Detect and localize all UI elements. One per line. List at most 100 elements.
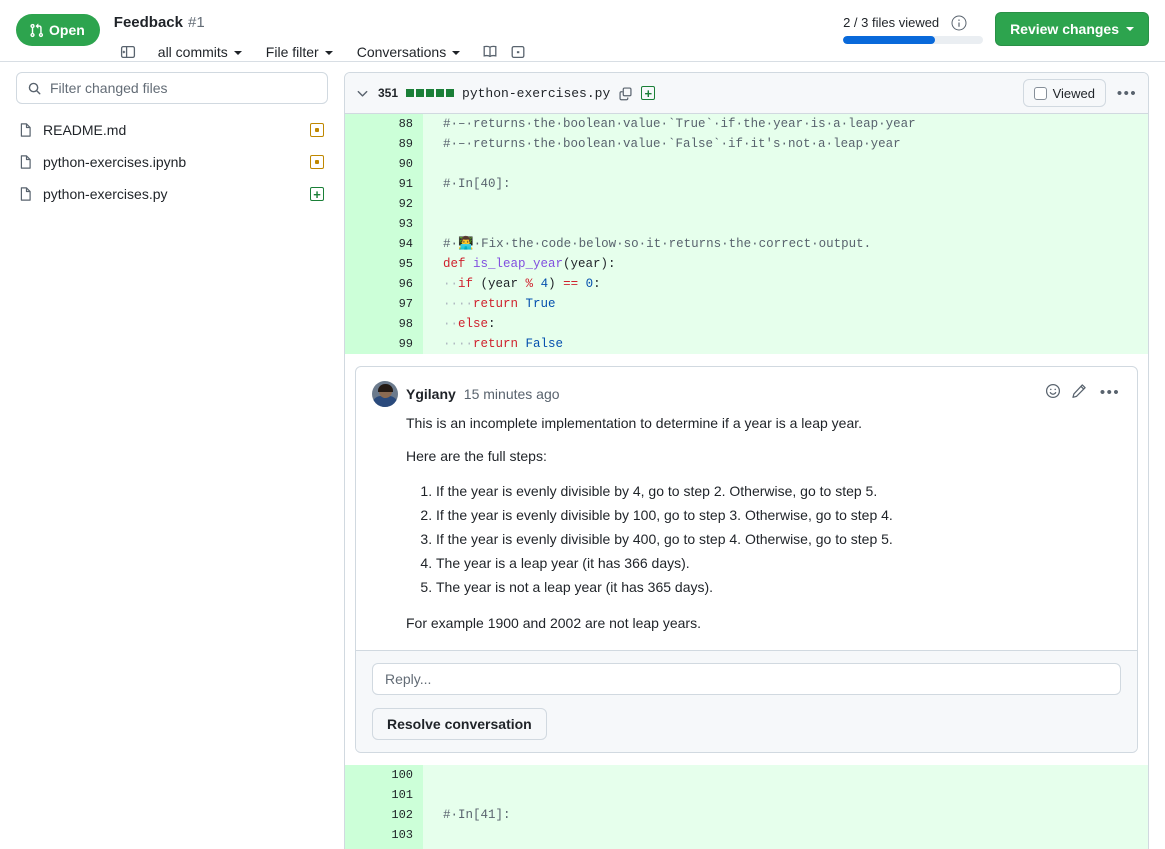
file-options-kebab-icon[interactable]: ••• — [1114, 80, 1140, 106]
diff-line-code — [423, 825, 1148, 845]
conversations-filter-dropdown[interactable]: Conversations — [349, 41, 469, 63]
avatar[interactable] — [372, 381, 398, 407]
diff-line-code — [423, 154, 1148, 174]
unified-view-icon[interactable] — [504, 39, 532, 65]
diff-line[interactable]: 92 — [345, 194, 1148, 214]
files-viewed-label: 2 / 3 files viewed — [843, 15, 940, 30]
diff-line[interactable]: 96 ··if (year % 4) == 0: — [345, 274, 1148, 294]
diff-line[interactable]: 90 — [345, 154, 1148, 174]
file-icon — [18, 186, 34, 202]
list-item[interactable]: python-exercises.py + — [16, 178, 328, 210]
pull-request-files-page: Open Feedback #1 all commits File filter… — [0, 0, 1165, 849]
diff-line[interactable]: 99 ····return False — [345, 334, 1148, 354]
diff-line-number: 97 — [345, 294, 423, 314]
file-icon — [18, 122, 34, 138]
diff-line[interactable]: 101 — [345, 785, 1148, 805]
review-changes-button[interactable]: Review changes — [995, 12, 1149, 46]
diff-line-number: 104 — [345, 845, 423, 849]
copy-icon[interactable] — [618, 86, 633, 101]
diff-line-code — [423, 785, 1148, 805]
additions-count: 351 — [378, 86, 399, 100]
diff-line-number: 96 — [345, 274, 423, 294]
pr-state-label: Open — [49, 22, 85, 38]
code-token: #·In[40]: — [443, 177, 511, 191]
comment-step-item: If the year is evenly divisible by 400, … — [436, 527, 1121, 551]
filter-changed-files-field[interactable] — [16, 72, 328, 104]
viewed-checkbox[interactable] — [1033, 86, 1047, 100]
diff-line[interactable]: 88 #·–·returns·the·boolean·value·`True`·i… — [345, 114, 1148, 134]
code-token: #·In[41]: — [443, 808, 511, 822]
comment-kebab-menu-icon[interactable]: ••• — [1097, 379, 1123, 405]
diff-line[interactable]: 103 — [345, 825, 1148, 845]
list-item[interactable]: python-exercises.ipynb — [16, 146, 328, 178]
file-icon — [18, 154, 34, 170]
sidebar-expand-icon[interactable] — [114, 39, 142, 65]
diff-line-code — [423, 845, 1148, 849]
reply-input[interactable] — [372, 663, 1121, 695]
diff-line[interactable]: 97 ····return True — [345, 294, 1148, 314]
code-token: is_leap_year — [473, 257, 564, 271]
chevron-down-icon[interactable] — [355, 86, 370, 101]
diff-line-number: 94 — [345, 234, 423, 254]
diff-line-number: 99 — [345, 334, 423, 354]
diff-line-number: 100 — [345, 765, 423, 785]
diff-line-code: ····return False — [423, 334, 1148, 354]
diff-line[interactable]: 100 — [345, 765, 1148, 785]
code-token: == — [563, 277, 579, 291]
page-title: Feedback #1 — [114, 14, 532, 32]
pencil-edit-icon[interactable] — [1071, 383, 1087, 402]
pr-number: #1 — [187, 14, 205, 31]
pr-title-text: Feedback — [113, 14, 183, 31]
book-icon[interactable] — [476, 39, 504, 65]
resolve-conversation-button[interactable]: Resolve conversation — [372, 708, 547, 740]
diff-line[interactable]: 91 #·In[40]: — [345, 174, 1148, 194]
code-token: ···· — [443, 297, 474, 311]
smiley-reaction-icon[interactable] — [1045, 383, 1061, 402]
diff-line[interactable]: 98 ··else: — [345, 314, 1148, 334]
diff-line-code: #·👨‍💻·Fix·the·code·below·so·it·returns·t… — [423, 234, 1148, 254]
diff-line-code: #·–·returns·the·boolean·value·`False`·if… — [423, 134, 1148, 154]
code-token: % — [525, 277, 534, 291]
added-square-icon: + — [310, 187, 324, 201]
file-diff-filename: python-exercises.py — [462, 85, 611, 101]
viewed-checkbox-button[interactable]: Viewed — [1022, 79, 1106, 107]
diff-line[interactable]: 104 — [345, 845, 1148, 849]
comment-paragraph-2: Here are the full steps: — [406, 448, 547, 464]
commits-filter-dropdown[interactable]: all commits — [150, 41, 250, 63]
code-token: #·👨‍💻·Fix·the·code·below·so·it·returns·t… — [443, 237, 872, 251]
diff-line-number: 89 — [345, 134, 423, 154]
code-token: True — [525, 297, 556, 311]
search-input[interactable] — [50, 80, 317, 96]
diffstat-blocks — [406, 89, 455, 97]
code-token: # — [443, 117, 451, 131]
diff-line-number: 101 — [345, 785, 423, 805]
diff-hunk-top: 88 #·–·returns·the·boolean·value·`True`·i… — [345, 114, 1148, 354]
code-token: : — [488, 317, 496, 331]
comment-body: This is an incomplete implementation to … — [356, 407, 1137, 650]
comment-author[interactable]: Ygilany — [406, 386, 456, 402]
diffstat-block — [426, 89, 435, 97]
pr-state-badge[interactable]: Open — [16, 14, 100, 46]
diff-line[interactable]: 94 #·👨‍💻·Fix·the·code·below·so·it·returns… — [345, 234, 1148, 254]
file-name: python-exercises.ipynb — [43, 154, 187, 170]
comment-timestamp: 15 minutes ago — [463, 386, 560, 402]
chevron-down-icon — [324, 51, 333, 55]
diff-line[interactable]: 95 def is_leap_year(year): — [345, 254, 1148, 274]
diff-line[interactable]: 93 — [345, 214, 1148, 234]
diff-line[interactable]: 102 #·In[41]: — [345, 805, 1148, 825]
code-token: ·–·returns·the·boolean·value·`True`·if·t… — [450, 117, 916, 131]
review-comment-thread: Ygilany 15 minutes ago ••• This is an in… — [355, 366, 1138, 753]
diff-line-number: 88 — [345, 114, 423, 134]
changed-files-list: README.md python-exercises.ipynb python-ex… — [16, 114, 328, 210]
list-item[interactable]: README.md — [16, 114, 328, 146]
diff-line[interactable]: 89 #·–·returns·the·boolean·value·`False`·… — [345, 134, 1148, 154]
diff-line-code: def is_leap_year(year): — [423, 254, 1148, 274]
info-icon[interactable] — [951, 15, 967, 31]
comment-header: Ygilany 15 minutes ago ••• — [356, 367, 1137, 407]
file-filter-dropdown[interactable]: File filter — [258, 41, 341, 63]
diffstat-block — [446, 89, 455, 97]
commits-filter-label: all commits — [157, 44, 228, 60]
code-token: ···· — [443, 337, 474, 351]
